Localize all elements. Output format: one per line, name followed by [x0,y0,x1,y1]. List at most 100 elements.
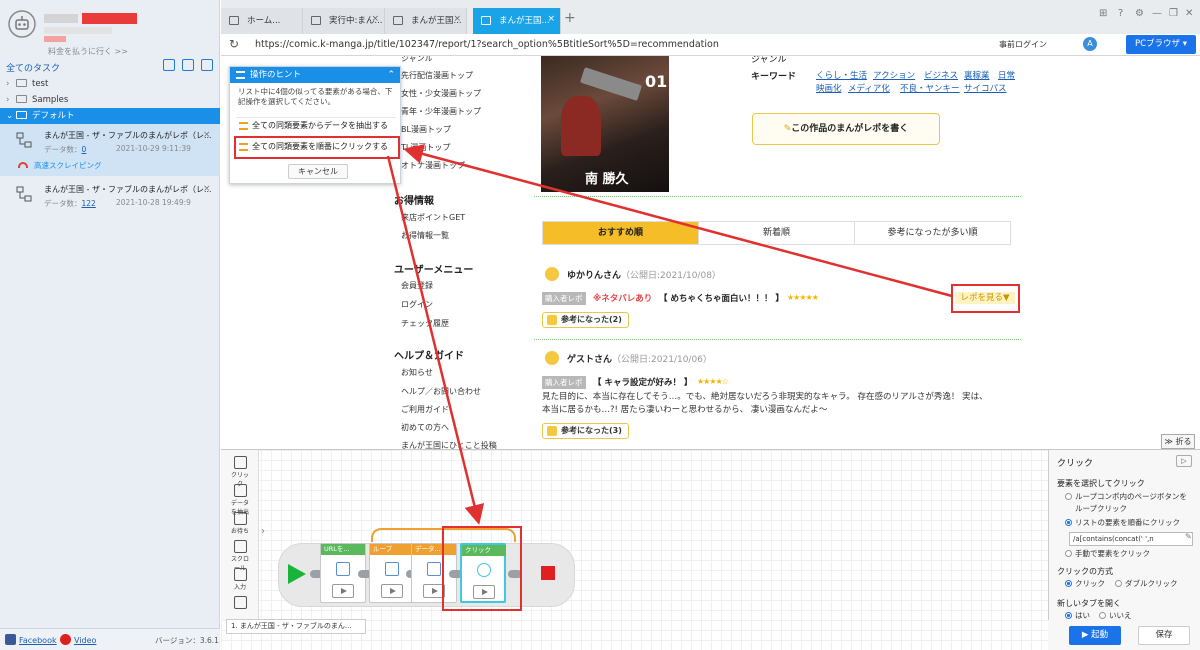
close-icon[interactable]: × [371,14,379,24]
close-icon[interactable]: × [453,14,461,24]
menu-link[interactable]: お得情報一覧 [401,230,449,241]
write-review-button[interactable]: ✎この作品のまんがレポを書く [752,113,940,145]
user-avatar-icon[interactable]: A [1083,37,1097,51]
close-icon[interactable]: × [203,184,211,194]
play-icon[interactable] [332,584,354,598]
menu-link[interactable]: ヘルプ／お問い合わせ [401,386,481,397]
facebook-link[interactable]: Facebook [5,634,57,645]
radio-list-click[interactable]: リストの要素を順番にクリック [1065,517,1180,528]
new-tab-icon[interactable]: + [564,10,576,26]
task-date: 2021-10-28 19:49:9 [116,198,191,207]
helpful-button[interactable]: 参考になった(3) [542,423,629,439]
keyword-link[interactable]: アクション [873,69,915,81]
settings-icon[interactable]: ⚙ [1135,8,1144,19]
hint-popup: 操作のヒント ⌃ リスト中に4個の似ってる要素がある場合、下記操作を選択してくださ… [229,66,401,184]
tree-folder-test[interactable]: › test [0,76,220,92]
menu-link[interactable]: まんが王国にひとこと投稿 [401,440,497,449]
tab-most-helpful[interactable]: 参考になったが多い順 [855,222,1010,244]
close-icon[interactable]: × [547,14,555,24]
menu-link[interactable]: ご利用ガイド [401,404,449,415]
menu-link[interactable]: TL漫画トップ [401,142,450,153]
tab-recommended[interactable]: おすすめ順 [543,222,699,244]
url-field[interactable]: https://comic.k-manga.jp/title/102347/re… [255,39,719,50]
highlight-box [234,136,400,159]
tool-input[interactable]: 入力 [229,568,251,591]
gift-icon[interactable]: ⊞ [1099,8,1107,19]
menu-link[interactable]: 先行配信漫画トップ [401,70,473,81]
divider [534,339,1021,340]
status-badge: 高速スクレイピング [18,160,102,171]
collapse-icon[interactable]: ⌃ [387,67,395,83]
keyword-link[interactable]: ビジネス [924,69,958,81]
fold-button[interactable]: ≫ 折る [1161,434,1195,449]
radio-icon [1065,519,1072,526]
search-task-icon[interactable] [201,59,213,71]
tab-manga-active[interactable]: まんが王国... × [473,8,561,34]
restore-icon[interactable]: ❐ [1169,8,1178,19]
url-icon [336,562,350,576]
close-icon[interactable]: × [203,130,211,140]
keyword-link[interactable]: 映画化 [816,82,842,94]
radio-loop-page-cont: ループクリック [1075,504,1128,513]
radio-loop-page[interactable]: ループコンポ内のページボタンを [1065,491,1187,502]
save-button[interactable]: 保存 [1138,626,1190,645]
menu-link[interactable]: 青年・少年漫画トップ [401,106,481,117]
menu-link[interactable]: 会員登録 [401,280,433,291]
radio-click[interactable]: クリック [1065,578,1105,589]
keyword-link[interactable]: くらし・生活 [816,69,867,81]
close-window-icon[interactable]: ✕ [1185,8,1193,19]
xpath-input[interactable]: /a[contains(concat(' ',n [1069,532,1193,546]
thumbs-up-icon [547,426,557,436]
tab-home[interactable]: ホーム... [221,8,303,34]
menu-link[interactable]: チェック履歴 [401,318,449,329]
helpful-button[interactable]: 参考になった(2) [542,312,629,328]
cancel-button[interactable]: キャンセル [288,164,348,179]
keyword-link[interactable]: 日常 [998,69,1015,81]
import-icon[interactable] [163,59,175,71]
tool-more[interactable] [229,596,251,610]
new-task-icon[interactable] [182,59,194,71]
all-tasks-label[interactable]: 全てのタスク [6,61,60,74]
keyword-link[interactable]: 不良・ヤンキー [900,82,960,94]
pre-login-button[interactable]: 事前ログイン [999,39,1047,50]
tool-wait[interactable]: お待ち [229,512,251,535]
section-label: 新しいタブを開く [1057,599,1121,608]
menu-link[interactable]: 初めての方へ [401,422,449,433]
menu-link[interactable]: 来店ポイントGET [401,212,465,223]
tree-folder-default[interactable]: ⌄ デフォルト [0,108,220,124]
play-icon[interactable] [381,584,403,598]
menu-link[interactable]: ログイン [401,299,433,310]
menu-link[interactable]: オトナ漫画トップ [401,160,465,171]
extract-all-option[interactable]: 全ての同類要素からデータを抽出する [236,118,397,134]
tree-folder-samples[interactable]: › Samples [0,92,220,108]
help-icon[interactable]: ? [1118,8,1123,19]
radio-manual[interactable]: 手動で要素をクリック [1065,548,1150,559]
radio-double-click[interactable]: ダブルクリック [1115,578,1178,589]
tab-running[interactable]: 実行中:まん... × [303,8,385,34]
keyword-link[interactable]: 裏稼業 [964,69,990,81]
keyword-link[interactable]: メディア化 [848,82,890,94]
task-title: まんが王国 - ザ・ファブルのまんがレポ（レ... [44,131,212,140]
menu-link[interactable]: 女性・少女漫画トップ [401,88,481,99]
manga-cover-image[interactable]: 01 南 勝久 [541,56,669,192]
start-button[interactable]: ▶ 起動 [1069,626,1121,645]
menu-heading: ユーザーメニュー [394,265,474,276]
minimize-icon[interactable]: — [1152,8,1162,19]
video-link[interactable]: Video [60,634,96,645]
keyword-link[interactable]: サイコパス [964,82,1007,94]
task-card[interactable]: まんが王国 - ザ・ファブルのまんがレポ（レ... データ数：122 2021-… [0,180,220,226]
expand-chevron-icon[interactable]: › [261,526,265,537]
highlight-box [442,526,522,611]
reload-icon[interactable]: ↻ [229,37,239,51]
tab-manga-1[interactable]: まんが王国... × [385,8,467,34]
user-agent-button[interactable]: PCブラウザ ▾ [1126,35,1196,54]
workflow-tab[interactable]: 1. まんが王国 - ザ・ファブルのまん... [226,619,366,634]
start-play-icon[interactable] [288,564,306,584]
help-play-icon[interactable]: ▷ [1176,455,1192,467]
menu-link[interactable]: BL漫画トップ [401,124,451,135]
menu-link[interactable]: お知らせ [401,367,433,378]
edit-icon[interactable]: ✎ [1185,532,1192,541]
pay-link[interactable]: 料金を払うに行く >> [48,46,128,57]
tab-newest[interactable]: 新着順 [699,222,855,244]
menu-link[interactable]: ジャンル [401,56,433,64]
